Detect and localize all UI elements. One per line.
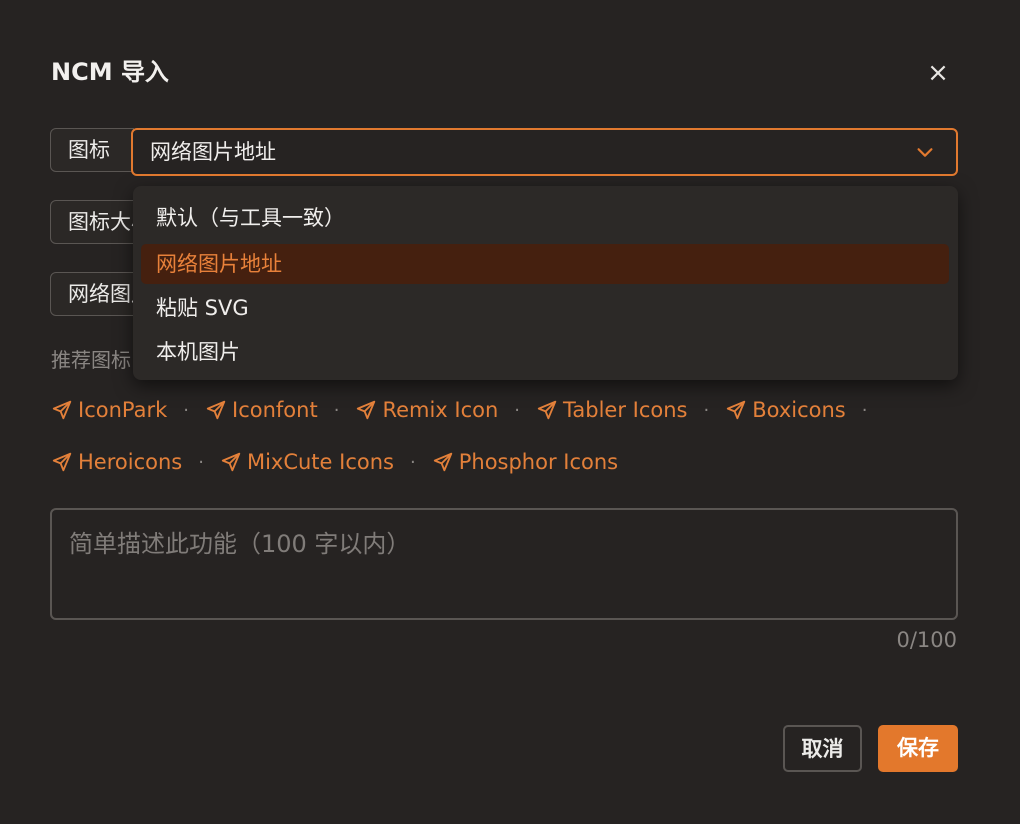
link-label: IconPark [78,398,168,422]
chevron-down-icon [917,148,933,157]
send-icon [206,400,226,420]
separator: · [514,399,521,421]
link-label: Phosphor Icons [458,450,619,474]
send-icon [52,400,72,420]
icon-type-select-value: 网络图片地址 [150,140,276,164]
recommended-icons-label: 推荐图标 [51,348,131,372]
separator: · [703,399,710,421]
icon-type-label: 图标 [50,128,134,172]
option-local-image[interactable]: 本机图片 [141,332,949,372]
icon-type-select[interactable]: 网络图片地址 [131,128,958,176]
option-network-image[interactable]: 网络图片地址 [141,244,949,284]
send-icon [727,400,746,420]
link-tabler-icons[interactable]: Tabler Icons [536,398,687,422]
send-icon [221,452,241,472]
description-textarea[interactable]: 简单描述此功能（100 字以内） [50,508,958,620]
link-heroicons[interactable]: Heroicons [51,450,182,474]
dialog-title: NCM 导入 [51,58,169,86]
option-paste-svg[interactable]: 粘贴 SVG [141,288,949,328]
option-default[interactable]: 默认（与工具一致） [141,198,949,238]
char-counter: 0/100 [896,628,957,652]
separator: · [183,399,190,421]
icon-type-dropdown-menu: 默认（与工具一致） 网络图片地址 粘贴 SVG 本机图片 [133,186,958,380]
link-iconpark[interactable]: IconPark [51,398,167,422]
icon-site-links-row-2: Heroicons · MixCute Icons · Phosphor Ico… [51,446,618,478]
separator: · [409,451,416,473]
link-boxicons[interactable]: Boxicons [725,398,846,422]
close-icon[interactable]: × [922,57,954,89]
link-label: MixCute Icons [246,450,394,474]
link-label: Heroicons [78,450,183,474]
link-iconfont[interactable]: Iconfont [205,398,318,422]
cancel-button[interactable]: 取消 [783,725,862,772]
send-icon [357,400,376,420]
link-phosphor-icons[interactable]: Phosphor Icons [432,450,618,474]
link-label: Iconfont [232,398,318,422]
link-label: Remix Icon [382,398,499,422]
ncm-import-dialog: NCM 导入 × 图标 网络图片地址 图标大小 网络图片地址 推荐图标 默认（与… [0,0,1020,824]
link-label: Tabler Icons [563,398,688,422]
separator: · [198,451,204,473]
separator: · [333,399,340,421]
send-icon [537,400,557,420]
link-label: Boxicons [752,398,846,422]
separator: · [861,399,868,421]
send-icon [52,452,72,472]
link-mixcute-icons[interactable]: MixCute Icons [220,450,394,474]
link-remix-icon[interactable]: Remix Icon [355,398,498,422]
icon-site-links-row-1: IconPark · Iconfont · Remix Icon · Table… [51,394,883,426]
save-button[interactable]: 保存 [878,725,958,772]
send-icon [433,452,452,472]
